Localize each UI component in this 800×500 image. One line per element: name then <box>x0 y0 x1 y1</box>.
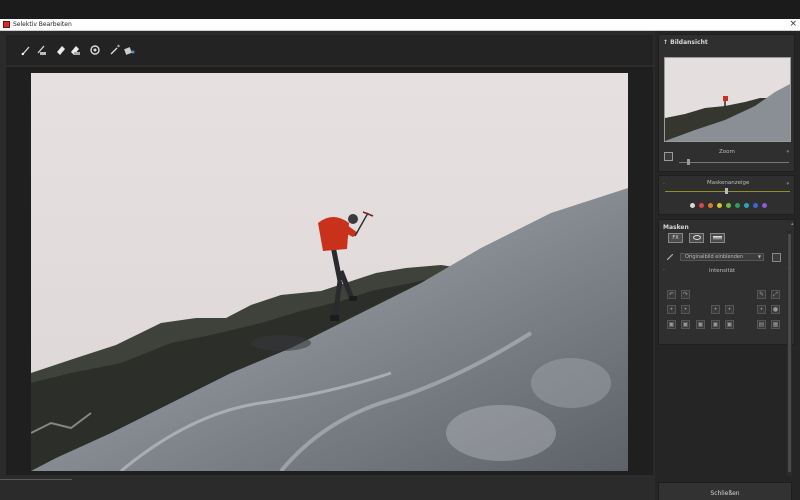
sidebar-scrollbar[interactable] <box>787 230 792 476</box>
mask-color-dot[interactable] <box>717 203 722 208</box>
overview-panel: ↑ Bildansicht Zoom ▾ <box>658 34 795 172</box>
masks-title: Masken <box>663 224 689 231</box>
load-mask-icon[interactable]: ▤ <box>757 320 766 329</box>
mask-view-minus-icon[interactable]: - <box>663 181 665 187</box>
layer-b-icon[interactable]: ▣ <box>681 320 690 329</box>
feather-minus-icon[interactable]: • <box>711 305 720 314</box>
dialog-client: * ↑ Bildansicht Zoom ▾ - Maskenanzeige ▾… <box>0 31 800 500</box>
layer-a-icon[interactable]: ▣ <box>667 320 676 329</box>
mask-color-dot[interactable] <box>762 203 767 208</box>
mask-color-dot[interactable] <box>735 203 740 208</box>
overview-thumbnail[interactable] <box>664 57 791 142</box>
photo-mountain-climber[interactable] <box>31 73 628 471</box>
transform-icon[interactable]: ⤢ <box>771 290 780 299</box>
status-bar <box>0 476 655 500</box>
top-strip <box>0 0 800 19</box>
redo-icon[interactable]: ↷ <box>681 290 690 299</box>
original-image-dropdown[interactable]: Originalbild einblenden ▼ <box>680 253 764 261</box>
zoom-expand-icon[interactable]: ▾ <box>786 149 789 155</box>
window-title: Selektiv Bearbeiten <box>13 21 72 28</box>
layer-d-icon[interactable]: ▣ <box>711 320 720 329</box>
zoom-slider-handle[interactable] <box>686 159 690 165</box>
mask-color-dot[interactable] <box>690 203 695 208</box>
sidebar-scroll-thumb[interactable] <box>788 234 791 472</box>
overview-title: ↑ Bildansicht <box>663 39 708 46</box>
gradient-reset-icon[interactable] <box>89 44 101 56</box>
mask-trash-icon[interactable] <box>772 253 781 262</box>
layer-c-icon[interactable]: ▣ <box>696 320 705 329</box>
eraser-icon[interactable] <box>55 44 67 56</box>
tool-bar: * <box>6 35 653 65</box>
large-dot-icon[interactable]: ● <box>771 305 780 314</box>
mask-color-dots <box>690 203 770 209</box>
gradient-icon <box>713 235 722 240</box>
mask-view-title: Maskenanzeige <box>707 180 750 186</box>
undo-icon[interactable]: ↶ <box>667 290 676 299</box>
mask-color-dot[interactable] <box>744 203 749 208</box>
mask-color-dot[interactable] <box>726 203 731 208</box>
status-progress-line <box>0 479 72 480</box>
zoom-slider-track[interactable] <box>679 162 789 163</box>
app-logo-icon <box>3 21 10 28</box>
mask-color-dot[interactable] <box>699 203 704 208</box>
masks-panel: Masken FX Originalbild einblenden ▼ - In… <box>658 219 795 345</box>
ellipse-icon <box>692 235 701 240</box>
chevron-down-icon: ▼ <box>757 254 761 259</box>
shrink-left-icon[interactable]: • <box>667 305 676 314</box>
window-close-icon[interactable]: × <box>789 19 797 29</box>
feather-plus-icon[interactable]: • <box>725 305 734 314</box>
mask-pencil-icon[interactable] <box>666 253 674 261</box>
fx-mask-button[interactable]: FX <box>668 233 683 243</box>
save-mask-icon[interactable]: ▦ <box>771 320 780 329</box>
close-button[interactable]: Schließen <box>658 482 792 500</box>
mask-color-dot[interactable] <box>753 203 758 208</box>
pen-tool-icon[interactable]: ✎ <box>757 290 766 299</box>
intensity-label: Intensität <box>709 268 736 274</box>
right-sidebar: ↑ Bildansicht Zoom ▾ - Maskenanzeige ▾ M… <box>655 31 800 500</box>
gradient-mask-button[interactable] <box>710 233 725 243</box>
image-canvas[interactable] <box>6 67 653 475</box>
mask-view-expand-icon[interactable]: ▾ <box>786 181 789 187</box>
brush-icon[interactable] <box>20 44 32 56</box>
zoom-fit-icon[interactable] <box>664 152 673 161</box>
layer-e-icon[interactable]: ▣ <box>725 320 734 329</box>
circle-mask-button[interactable] <box>689 233 704 243</box>
brush-plus-icon[interactable] <box>35 44 47 56</box>
intensity-minus-icon[interactable]: - <box>663 267 665 273</box>
shrink-right-icon[interactable]: • <box>681 305 690 314</box>
mask-color-dot[interactable] <box>708 203 713 208</box>
zoom-label: Zoom <box>719 149 735 155</box>
fill-bucket-icon[interactable] <box>123 44 135 56</box>
dropdown-value: Originalbild einblenden <box>685 254 744 260</box>
svg-text:*: * <box>117 44 120 51</box>
mask-view-panel: - Maskenanzeige ▾ <box>658 175 795 215</box>
mask-view-slider-handle[interactable] <box>725 188 728 194</box>
magic-wand-icon[interactable]: * <box>109 44 121 56</box>
panel-scroll-up-icon[interactable]: ▴ <box>791 221 794 227</box>
title-bar: Selektiv Bearbeiten × <box>0 19 800 31</box>
small-dot-icon[interactable]: • <box>757 305 766 314</box>
eraser-fill-icon[interactable] <box>69 44 81 56</box>
